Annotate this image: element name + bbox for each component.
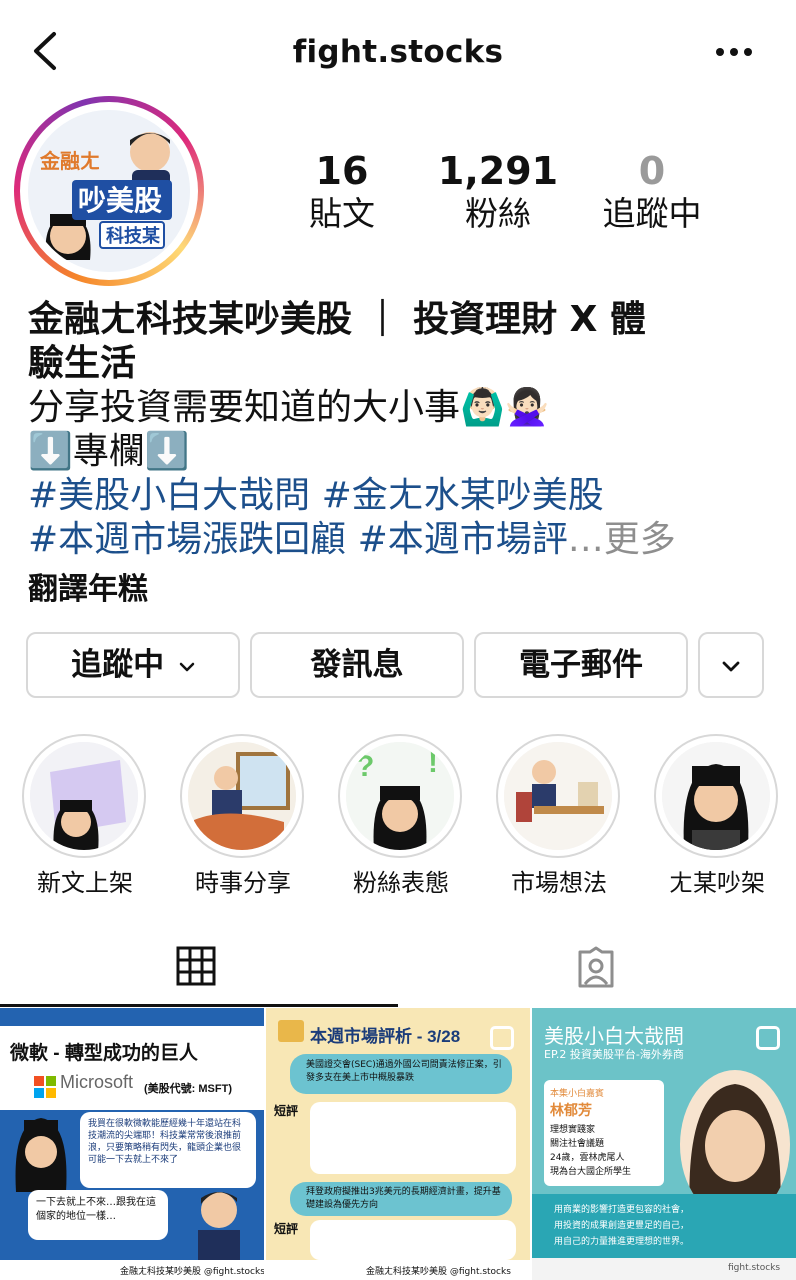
bio-ellipsis: … — [567, 519, 604, 560]
tab-posts-grid[interactable] — [0, 932, 398, 1006]
post-2-item-1: 美國證交會(SEC)通過外國公司問責法修正案，引發多支在美上市中概股暴跌 — [306, 1060, 502, 1083]
bio-line-2: ⬇️專欄⬇️ — [28, 431, 190, 472]
post-3-footer: fight.stocks — [728, 1263, 781, 1273]
post-2-title: 本週市場評析 - 3/28 — [310, 1027, 461, 1046]
active-tab-indicator — [0, 1004, 398, 1007]
svg-text:?: ? — [356, 750, 374, 783]
message-button[interactable]: 發訊息 — [250, 632, 464, 698]
post-1-footer: 金融ㄤ科技某吵美股 @fight.stocks — [120, 1267, 264, 1277]
story-ring[interactable]: 金融ㄤ 吵美股 科技某 — [14, 96, 204, 286]
highlight-image — [188, 742, 296, 850]
stat-following-value: 0 — [638, 149, 666, 193]
bio-more-link[interactable]: 更多 — [604, 519, 676, 560]
post-3-guest-label: 本集小白嘉賓 — [550, 1089, 605, 1099]
post-1-code: (美股代號: MSFT) — [144, 1083, 232, 1095]
following-button-label: 追蹤中 — [71, 647, 165, 683]
highlight-label: 粉絲表態 — [353, 869, 449, 897]
post-3-quote-1: 用商業的影響打造更包容的社會， — [554, 1205, 690, 1215]
bio-hashtags-2[interactable]: #本週市場漲跌回顧 #本週市場評 — [28, 519, 568, 560]
more-horizontal-icon — [716, 48, 752, 56]
tagged-user-icon — [578, 946, 614, 988]
highlight-image — [504, 742, 612, 850]
chevron-down-icon — [722, 661, 740, 671]
highlight-image — [30, 742, 138, 850]
profile-tabs — [0, 932, 796, 1006]
stat-posts-label: 貼文 — [309, 194, 375, 233]
post-2-footer: 金融ㄤ科技某吵美股 @fight.stocks — [366, 1267, 511, 1277]
following-button[interactable]: 追蹤中 — [26, 632, 240, 698]
stat-posts[interactable]: 16 貼文 — [262, 150, 422, 236]
stat-followers-label: 粉絲 — [465, 194, 531, 233]
suggested-accounts-button[interactable] — [698, 632, 764, 698]
post-3-guest-info-3: 24歲，雲林虎尾人 — [550, 1153, 625, 1163]
post-3-guest-info-4: 現為台大國企所學生 — [550, 1167, 632, 1177]
highlight-new-posts[interactable]: 新文上架 — [22, 734, 148, 898]
post-1-title: 微軟 - 轉型成功的巨人 — [10, 1043, 198, 1064]
post-3-episode: EP.2 投資美股平台-海外券商 — [544, 1048, 684, 1061]
post-3-guest-info-1: 理想實踐家 — [550, 1125, 596, 1135]
highlight-news-sharing[interactable]: 時事分享 — [180, 734, 306, 898]
post-3-title: 美股小白大哉問 — [544, 1026, 684, 1048]
chevron-down-icon — [179, 662, 195, 671]
multiple-posts-icon — [224, 1026, 248, 1050]
post-thumbnail-1[interactable]: 微軟 - 轉型成功的巨人 Microsoft (美股代號: MSFT) 我買在很… — [0, 1008, 264, 1280]
svg-text:!: ! — [428, 746, 438, 779]
post-2-label-1: 短評 — [274, 1104, 299, 1118]
post-3-quote-2: 用投資的成果創造更豐足的自己， — [554, 1221, 690, 1231]
email-button[interactable]: 電子郵件 — [474, 632, 688, 698]
highlight-image: ? ! — [346, 742, 454, 850]
more-options-button[interactable] — [712, 36, 756, 66]
post-thumbnail-3[interactable]: 美股小白大哉問 EP.2 投資美股平台-海外券商 本集小白嘉賓 林郁芳 理想實踐… — [532, 1008, 796, 1280]
avatar-text-main: 吵美股 — [78, 185, 162, 216]
highlight-market-thoughts[interactable]: 市場想法 — [496, 734, 622, 898]
multiple-posts-icon — [490, 1026, 514, 1050]
highlight-label: 新文上架 — [37, 869, 133, 897]
stat-posts-value: 16 — [315, 149, 369, 193]
multiple-posts-icon — [756, 1026, 780, 1050]
post-1-bubble-2: 一下去就上不來…跟我在這個家的地位一樣… — [36, 1197, 156, 1222]
post-thumbnail-2[interactable]: 本週市場評析 - 3/28 美國證交會(SEC)通過外國公司問責法修正案，引發多… — [266, 1008, 530, 1280]
grid-icon — [176, 946, 216, 986]
highlight-couple-arguing[interactable]: ㄤ某吵架 — [654, 734, 780, 898]
highlight-fan-opinions[interactable]: ? ! 粉絲表態 — [338, 734, 464, 898]
man-avatar-illustration — [198, 1192, 240, 1260]
stat-following-label: 追蹤中 — [602, 194, 702, 233]
highlight-label: 市場想法 — [511, 869, 607, 897]
woman-avatar-illustration — [15, 1118, 67, 1192]
highlight-image — [662, 742, 770, 850]
profile-name-line1: 金融ㄤ科技某吵美股 ｜ 投資理財 X 體 — [28, 299, 646, 340]
post-2-label-2: 短評 — [274, 1222, 299, 1236]
message-button-label: 發訊息 — [310, 647, 404, 683]
highlight-label: ㄤ某吵架 — [669, 869, 765, 897]
stat-followers-value: 1,291 — [437, 149, 559, 193]
email-button-label: 電子郵件 — [519, 647, 643, 683]
post-1-brand: Microsoft — [60, 1072, 134, 1092]
profile-username: fight.stocks — [292, 34, 504, 70]
profile-bio: 金融ㄤ科技某吵美股 ｜ 投資理財 X 體 驗生活 分享投資需要知道的大小事🙆🏻‍… — [28, 298, 778, 612]
tab-tagged[interactable] — [398, 932, 796, 1006]
profile-header: fight.stocks — [0, 0, 796, 108]
post-2-item-2: 拜登政府擬推出3兆美元的長期經濟計畫，提升基礎建設為優先方向 — [306, 1187, 501, 1210]
stat-following[interactable]: 0 追蹤中 — [572, 150, 732, 236]
stat-followers[interactable]: 1,291 粉絲 — [418, 150, 578, 236]
avatar-text-bottom: 科技某 — [106, 225, 161, 246]
avatar-illustration: 金融ㄤ 吵美股 科技某 — [28, 110, 190, 272]
microsoft-logo-icon — [34, 1076, 56, 1098]
bio-subtitle: 翻譯年糕 — [28, 572, 148, 607]
post-3-guest-name: 林郁芳 — [550, 1103, 592, 1119]
bio-line-1: 分享投資需要知道的大小事🙆🏻‍♂️🙅🏻‍♀️ — [28, 387, 550, 428]
post-3-quote-3: 用自己的力量推進更理想的世界。 — [554, 1237, 690, 1247]
avatar-text-top: 金融ㄤ — [39, 149, 100, 173]
avatar: 金融ㄤ 吵美股 科技某 — [28, 110, 190, 272]
profile-name-line2: 驗生活 — [28, 343, 137, 384]
post-1-bubble-1: 我買在很軟微軟能歷經幾十年還站在科技潮流的尖端耶！科技業常常後浪推前浪，只要策略… — [88, 1119, 242, 1165]
post-3-guest-info-2: 關注社會議題 — [550, 1139, 605, 1149]
highlight-label: 時事分享 — [195, 869, 291, 897]
bio-hashtags-1[interactable]: #美股小白大哉問 #金ㄤ水某吵美股 — [28, 474, 778, 518]
